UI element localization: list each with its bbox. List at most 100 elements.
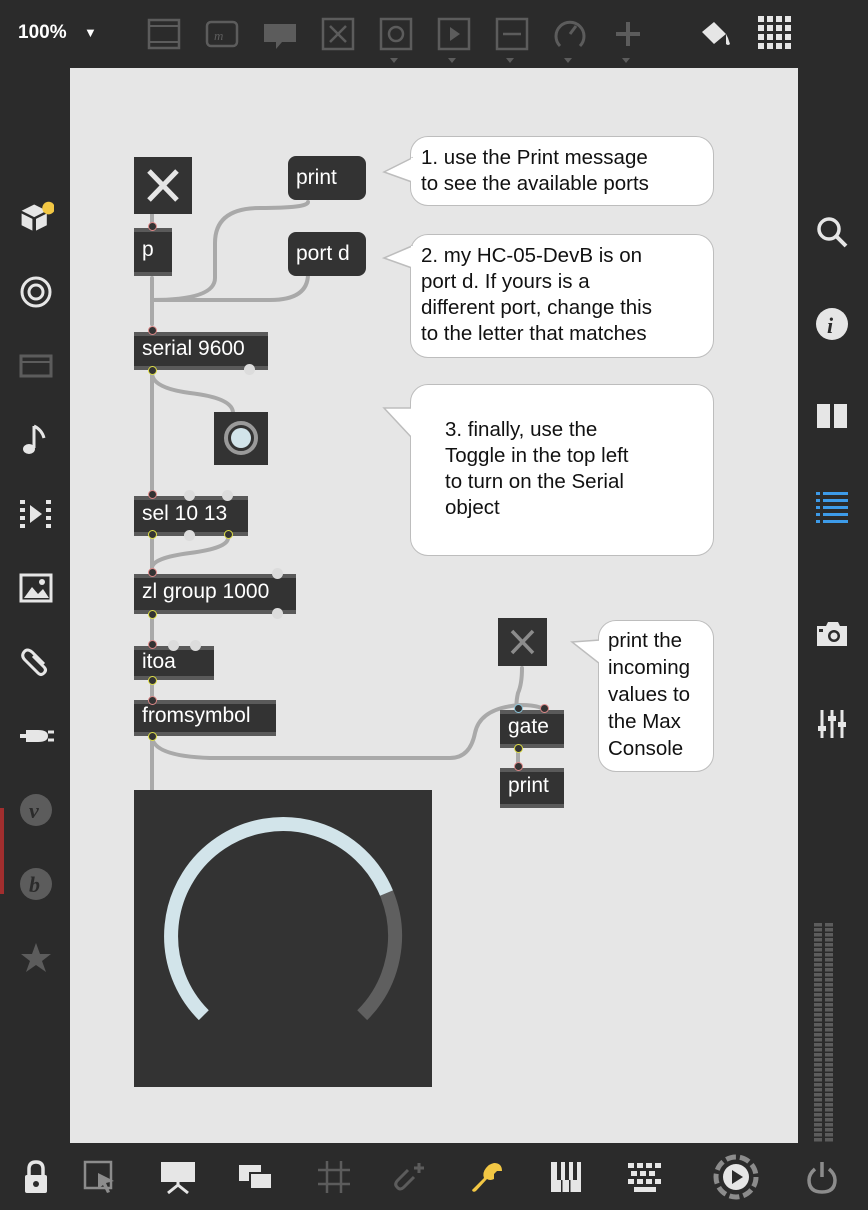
- svg-text:m: m: [214, 28, 223, 43]
- bubble-pointer: [382, 244, 414, 270]
- paperclip-icon[interactable]: [18, 644, 54, 680]
- zl-group-object[interactable]: zl group 1000: [134, 574, 296, 614]
- select-cursor-icon[interactable]: [82, 1159, 118, 1195]
- gate-toggle[interactable]: [498, 618, 547, 666]
- comment-icon[interactable]: m: [204, 16, 240, 52]
- serial-outlet: [148, 366, 157, 375]
- gate-outlet: [514, 744, 523, 753]
- dial-object-icon[interactable]: [552, 16, 588, 52]
- port-message[interactable]: port d: [288, 232, 366, 276]
- columns-icon[interactable]: [814, 398, 850, 434]
- comment-finally[interactable]: 3. finally, use the Toggle in the top le…: [410, 384, 714, 556]
- star-icon[interactable]: [18, 940, 54, 976]
- sel-outlet-2: [184, 530, 195, 541]
- patcher-canvas[interactable]: print port d p serial 9600 sel 10 13 zl …: [70, 68, 798, 1143]
- dial[interactable]: [134, 790, 432, 1087]
- sel-outlet-3: [224, 530, 233, 539]
- itoa-object[interactable]: itoa: [134, 646, 214, 680]
- package-icon[interactable]: [18, 200, 54, 236]
- format-paint-icon[interactable]: [696, 16, 732, 52]
- bubble-pointer: [382, 156, 414, 184]
- add-dropdown-caret: [622, 58, 630, 63]
- comment-line: different port, change this: [421, 296, 652, 319]
- svg-text:i: i: [827, 313, 834, 338]
- bang-button[interactable]: [214, 412, 268, 465]
- comment-line: to see the available ports: [421, 172, 649, 195]
- slider-object-icon[interactable]: [494, 16, 530, 52]
- power-icon[interactable]: [806, 1159, 838, 1195]
- print-object[interactable]: print: [500, 768, 564, 808]
- right-sidebar: i: [798, 68, 868, 1202]
- play-audio-icon[interactable]: [712, 1153, 760, 1201]
- comment-line: object: [445, 496, 500, 519]
- comment-line: to turn on the Serial: [445, 470, 624, 493]
- grid-palette-icon[interactable]: [756, 14, 796, 54]
- comment-console[interactable]: print the incoming values to the Max Con…: [598, 620, 714, 772]
- top-toolbar: 100% ▼ m: [0, 0, 868, 68]
- comment-line: 3. finally, use the: [445, 418, 598, 441]
- svg-text:v: v: [29, 798, 39, 823]
- comment-port-d[interactable]: 2. my HC-05-DevB is on port d. If yours …: [410, 234, 714, 358]
- bubble-pointer: [570, 638, 602, 666]
- media-icon[interactable]: [18, 348, 54, 384]
- fromsymbol-inlet: [148, 696, 157, 705]
- toggle-x-icon: [147, 169, 179, 202]
- gate-object[interactable]: gate: [500, 710, 564, 748]
- wrench-icon[interactable]: [470, 1159, 506, 1195]
- b-icon[interactable]: b: [18, 866, 54, 902]
- button-object-icon[interactable]: [378, 16, 414, 52]
- add-object-icon[interactable]: [610, 16, 646, 52]
- comment-line: print the: [608, 629, 683, 652]
- info-icon[interactable]: i: [814, 306, 850, 342]
- sequence-icon[interactable]: [18, 496, 54, 532]
- music-note-icon[interactable]: [18, 422, 54, 458]
- fromsymbol-object[interactable]: fromsymbol: [134, 700, 276, 736]
- p-object[interactable]: p: [134, 228, 172, 276]
- zl-inlet-2: [272, 568, 283, 579]
- zoom-dropdown-icon[interactable]: ▼: [84, 25, 97, 40]
- serial-outlet-2: [244, 364, 255, 375]
- gate-inlet-1: [514, 704, 523, 713]
- speech-bubble-icon[interactable]: [262, 16, 298, 52]
- tool-dropdown-carets: [390, 58, 572, 63]
- search-icon[interactable]: [814, 214, 850, 250]
- comment-line: to the letter that matches: [421, 322, 647, 345]
- bubble-pointer: [382, 406, 414, 440]
- bang-circle-icon: [224, 421, 258, 455]
- presentation-icon[interactable]: [158, 1159, 198, 1195]
- v-icon[interactable]: v: [18, 792, 54, 828]
- sel-inlet: [148, 490, 157, 499]
- mixer-icon[interactable]: [814, 706, 850, 742]
- gate-inlet-2: [540, 704, 549, 713]
- toggle-object-icon[interactable]: [320, 16, 356, 52]
- zoom-level[interactable]: 100%: [18, 22, 67, 44]
- zl-outlet-2: [272, 608, 283, 619]
- comment-line: values to: [608, 683, 691, 706]
- sel-inlet-3: [222, 490, 233, 501]
- main-toggle[interactable]: [134, 157, 192, 214]
- comment-print-ports[interactable]: 1. use the Print message to see the avai…: [410, 136, 714, 206]
- keyboard-icon[interactable]: [626, 1159, 664, 1195]
- left-edge-marker: [0, 808, 4, 894]
- svg-text:b: b: [29, 872, 40, 897]
- list-icon[interactable]: [814, 488, 850, 524]
- print-message[interactable]: print: [288, 156, 366, 200]
- camera-icon[interactable]: [814, 616, 850, 652]
- plug-icon[interactable]: [18, 718, 54, 754]
- lock-icon[interactable]: [22, 1159, 50, 1195]
- presentation-frame-icon[interactable]: [146, 16, 182, 52]
- zl-inlet: [148, 568, 157, 577]
- comment-line: port d. If yours is a: [421, 270, 590, 293]
- sel-inlet-2: [184, 490, 195, 501]
- itoa-inlet: [148, 640, 157, 649]
- comment-line: Console: [608, 737, 684, 760]
- target-icon[interactable]: [18, 274, 54, 310]
- message-object-icon[interactable]: [436, 16, 472, 52]
- grid-icon[interactable]: [316, 1159, 352, 1195]
- comment-line: incoming: [608, 656, 691, 679]
- windows-icon[interactable]: [236, 1159, 276, 1195]
- piano-icon[interactable]: [548, 1159, 584, 1195]
- comment-line: the Max: [608, 710, 681, 733]
- image-icon[interactable]: [18, 570, 54, 606]
- attach-icon[interactable]: [392, 1159, 428, 1195]
